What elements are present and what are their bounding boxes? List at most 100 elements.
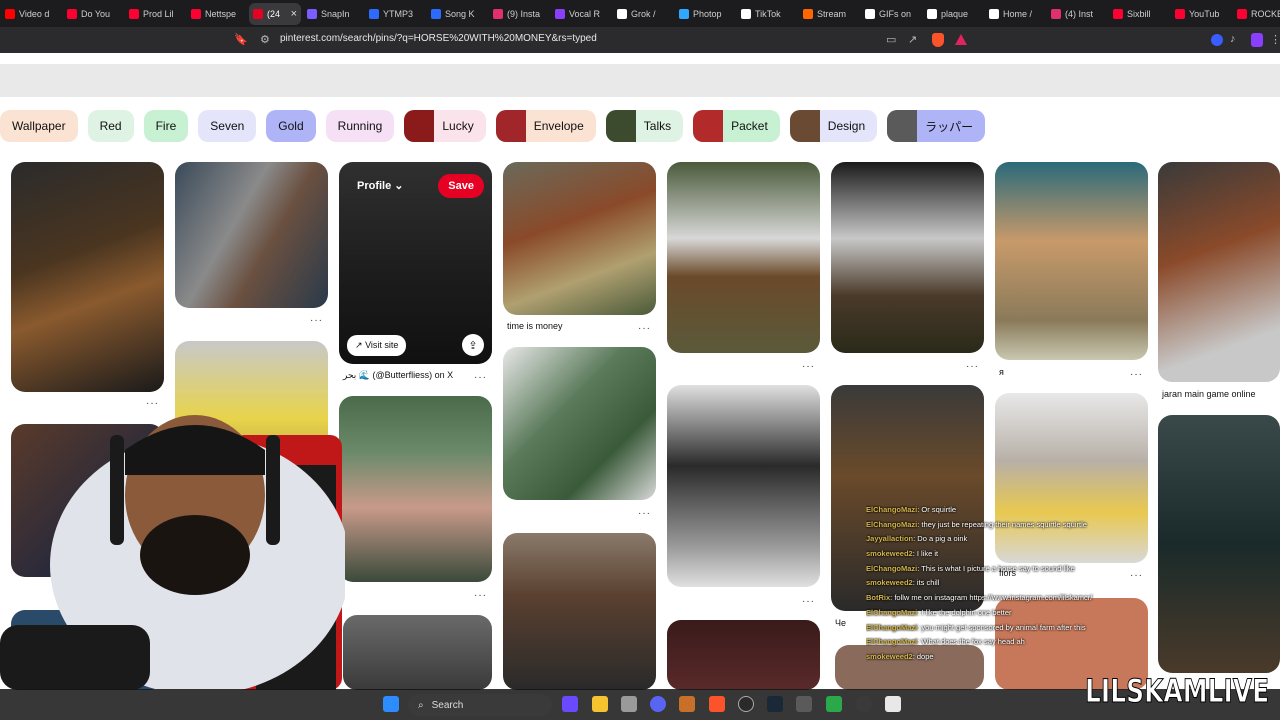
pin-horse-money-desk[interactable] xyxy=(503,162,656,315)
taskbar-search[interactable]: ⌕ Search xyxy=(408,694,552,716)
address-bar: 🔖 ⚙ pinterest.com/search/pins/?q=HORSE%2… xyxy=(0,27,1280,53)
windows-start-icon[interactable] xyxy=(383,696,399,712)
discord-icon[interactable] xyxy=(650,696,666,712)
browser-tab[interactable]: Home / xyxy=(985,3,1045,25)
app-icon-4[interactable] xyxy=(885,696,901,712)
browser-tab[interactable]: YTMP3 xyxy=(365,3,425,25)
search-chip[interactable]: Seven xyxy=(198,110,257,142)
profile-dropdown-button[interactable]: Profile ⌄ xyxy=(357,179,404,192)
menu-icon[interactable]: ⋮ xyxy=(1270,33,1280,46)
more-options-icon[interactable]: ··· xyxy=(474,372,487,383)
search-chip[interactable]: Gold xyxy=(266,110,316,142)
pin-horse-car-driver[interactable] xyxy=(343,615,492,690)
more-options-icon[interactable]: ··· xyxy=(638,508,651,519)
brave-icon[interactable] xyxy=(709,696,725,712)
search-chip[interactable]: Design xyxy=(789,110,878,142)
search-chip[interactable]: ラッパー xyxy=(887,110,986,142)
search-chip[interactable]: Fire xyxy=(143,110,189,142)
visit-site-button[interactable]: ↗ Visit site xyxy=(347,335,407,356)
browser-tab[interactable]: TikTok xyxy=(737,3,797,25)
more-options-icon[interactable]: ··· xyxy=(802,361,815,372)
share-page-icon[interactable]: ↗ xyxy=(908,33,917,46)
browser-tab[interactable]: plaque xyxy=(923,3,983,25)
browser-tab[interactable]: Sixbill xyxy=(1109,3,1169,25)
browser-tab[interactable]: Photop xyxy=(675,3,735,25)
search-chip[interactable]: Talks xyxy=(605,110,684,142)
brave-rewards-icon[interactable] xyxy=(955,34,967,45)
more-options-icon[interactable]: ··· xyxy=(474,590,487,601)
tab-favicon-icon xyxy=(369,8,379,19)
app-icon[interactable] xyxy=(679,696,695,712)
pin-horse-police-car[interactable] xyxy=(175,162,328,308)
app-icon-2[interactable] xyxy=(796,696,812,712)
chip-thumbnail xyxy=(605,110,636,142)
pin-horse-computer[interactable] xyxy=(11,162,164,392)
chat-text: : you might get sponsored by animal farm… xyxy=(917,622,1086,632)
cast-icon[interactable]: ▭ xyxy=(886,33,896,46)
more-options-icon[interactable]: ··· xyxy=(966,361,979,372)
browser-tab[interactable]: (4) Inst xyxy=(1047,3,1107,25)
share-icon[interactable]: ⇪ xyxy=(462,334,484,356)
extension-icon[interactable] xyxy=(1211,34,1223,46)
chat-message: ElChangoMazi: This is what I picture a h… xyxy=(866,564,1136,579)
store-icon[interactable] xyxy=(621,696,637,712)
brave-shield-icon[interactable] xyxy=(932,33,944,47)
pin-rainbow-unicorn[interactable] xyxy=(339,396,492,582)
pin-horse-dark-room[interactable] xyxy=(1158,415,1280,673)
search-chip[interactable]: Wallpaper xyxy=(0,110,78,142)
browser-tab[interactable]: GIFs on xyxy=(861,3,921,25)
more-options-icon[interactable]: ··· xyxy=(1130,369,1143,380)
pin-horse-pool[interactable] xyxy=(995,162,1148,360)
profile-label: Profile xyxy=(357,180,392,192)
pin-money-horse-running[interactable] xyxy=(503,347,656,500)
pin-horse-car-trunk[interactable] xyxy=(667,162,820,353)
browser-tab[interactable]: SnapIn xyxy=(303,3,363,25)
chat-text: : Do a pig a oink xyxy=(913,534,968,544)
browser-tab[interactable]: ROCKE xyxy=(1233,3,1280,25)
browser-tab[interactable]: (24 × xyxy=(249,2,301,25)
search-chip[interactable]: Running xyxy=(325,110,395,142)
profile-icon[interactable] xyxy=(1251,33,1263,47)
save-button[interactable]: Save xyxy=(438,174,484,198)
bookmark-icon[interactable]: 🔖 xyxy=(234,33,248,46)
pin-horse-computer-3[interactable] xyxy=(1158,162,1280,382)
more-options-icon[interactable]: ··· xyxy=(802,596,815,607)
browser-tab[interactable]: Vocal R xyxy=(551,3,611,25)
site-settings-icon[interactable]: ⚙ xyxy=(260,33,270,46)
search-chip[interactable]: Red xyxy=(87,110,134,142)
search-chip[interactable]: Lucky xyxy=(404,110,486,142)
file-explorer-icon[interactable] xyxy=(592,696,608,712)
obs-icon[interactable] xyxy=(738,696,754,712)
pin-horse-head-man[interactable] xyxy=(503,533,656,690)
copilot-icon[interactable] xyxy=(562,696,578,712)
more-options-icon[interactable]: ··· xyxy=(638,323,651,334)
search-chip[interactable]: Envelope xyxy=(495,110,596,142)
tab-favicon-icon xyxy=(679,8,689,19)
pin-horse-car-trunk-2[interactable] xyxy=(831,162,984,353)
chat-text: : Or squirtle xyxy=(917,505,957,514)
browser-tab[interactable]: Grok / xyxy=(613,3,673,25)
steam-icon[interactable] xyxy=(767,696,783,712)
browser-tab[interactable]: YouTub xyxy=(1171,3,1231,25)
search-chip[interactable]: Packet xyxy=(693,110,780,142)
pin-horse-hoodie-hovered[interactable]: Profile ⌄ Save ↗ Visit site ⇪ xyxy=(339,162,492,364)
close-icon[interactable]: × xyxy=(291,8,297,20)
tab-favicon-icon xyxy=(307,8,317,19)
browser-tab[interactable]: Song K xyxy=(427,3,487,25)
browser-tab[interactable]: (9) Insta xyxy=(489,3,549,25)
browser-tab[interactable]: Do You xyxy=(63,3,123,25)
chat-username: ElChangoMazi xyxy=(866,563,918,573)
browser-tab[interactable]: Video d xyxy=(1,3,61,25)
tab-label: plaque xyxy=(941,8,969,19)
more-options-icon[interactable]: ··· xyxy=(310,315,323,326)
browser-tab[interactable]: Nettspe xyxy=(187,3,247,25)
tab-label: YouTub xyxy=(1189,8,1220,19)
browser-tab[interactable]: Prod Lil xyxy=(125,3,185,25)
pin-hooded-horse-bw[interactable] xyxy=(667,385,820,587)
pin-uk-flag[interactable] xyxy=(667,620,820,690)
browser-tab[interactable]: Stream xyxy=(799,3,859,25)
url-field[interactable]: pinterest.com/search/pins/?q=HORSE%20WIT… xyxy=(280,33,597,44)
4k-app-icon[interactable] xyxy=(856,696,872,712)
audio-icon[interactable]: ♪ xyxy=(1230,33,1236,45)
app-icon-3[interactable] xyxy=(826,696,842,712)
